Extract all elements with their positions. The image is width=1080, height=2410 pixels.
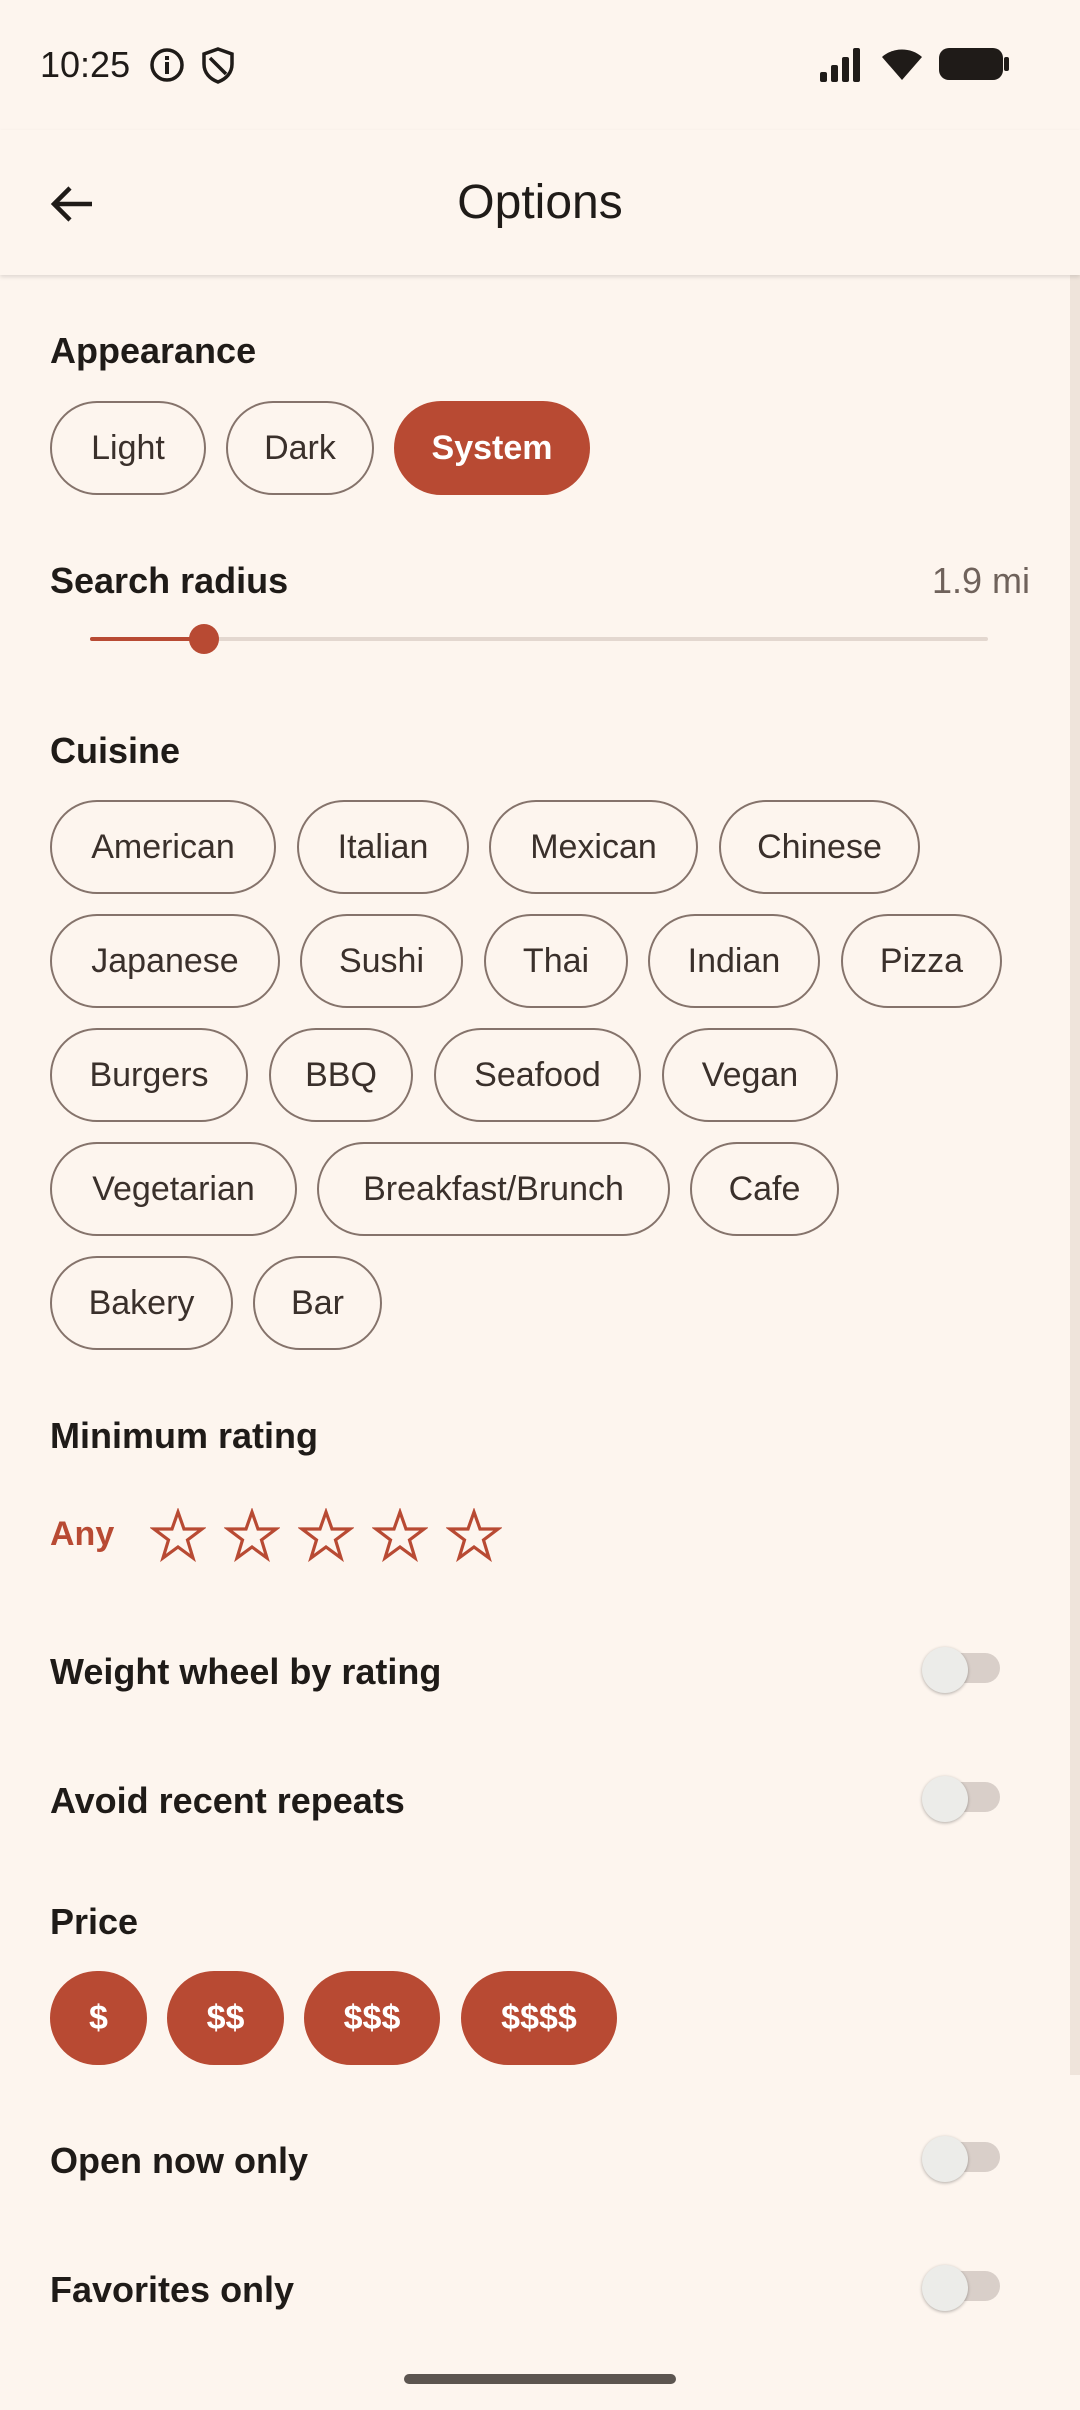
cuisine-chip-burgers[interactable]: Burgers [50, 1028, 248, 1122]
slider-thumb[interactable] [189, 624, 220, 654]
star-icon-4[interactable] [372, 1508, 428, 1564]
cuisine-chip-sushi[interactable]: Sushi [300, 914, 463, 1008]
search-radius-label: Search radius [50, 560, 289, 601]
price-chip-4[interactable]: $$$$ [461, 1971, 617, 2065]
toggle-thumb [922, 1647, 968, 1693]
info-icon [148, 46, 186, 84]
price-chip-2[interactable]: $$ [167, 1971, 284, 2065]
cuisine-chip-pizza[interactable]: Pizza [841, 914, 1002, 1008]
cuisine-chip-vegan[interactable]: Vegan [662, 1028, 838, 1122]
cuisine-chip-italian[interactable]: Italian [297, 800, 469, 894]
star-icon-3[interactable] [298, 1508, 354, 1564]
avoid-repeats-toggle[interactable] [922, 1776, 1000, 1822]
weight-wheel-toggle[interactable] [922, 1647, 1000, 1693]
cuisine-chip-bakery[interactable]: Bakery [50, 1256, 233, 1350]
cuisine-chip-thai[interactable]: Thai [484, 914, 628, 1008]
open-now-label: Open now only [50, 2140, 308, 2181]
favorites-label: Favorites only [50, 2269, 295, 2310]
favorites-toggle[interactable] [922, 2265, 1000, 2311]
wifi-icon [880, 46, 924, 87]
star-icon-1[interactable] [150, 1508, 206, 1564]
battery-icon [938, 46, 1010, 87]
cuisine-chip-mexican[interactable]: Mexican [489, 800, 698, 894]
open-now-toggle[interactable] [922, 2136, 1000, 2182]
star-icon-2[interactable] [224, 1508, 280, 1564]
gesture-nav-handle[interactable] [404, 2374, 676, 2384]
slider-fill [90, 637, 205, 641]
cuisine-label: Cuisine [50, 730, 181, 771]
appearance-chip-system[interactable]: System [394, 401, 590, 495]
cuisine-chip-vegetarian[interactable]: Vegetarian [50, 1142, 297, 1236]
cuisine-chip-american[interactable]: American [50, 800, 276, 894]
search-radius-slider[interactable] [90, 637, 988, 641]
shield-icon [200, 46, 236, 84]
cuisine-chip-seafood[interactable]: Seafood [434, 1028, 641, 1122]
toggle-thumb [922, 1776, 968, 1822]
price-chip-1[interactable]: $ [50, 1971, 147, 2065]
app-bar: Options [0, 130, 1080, 275]
cuisine-chip-cafe[interactable]: Cafe [690, 1142, 839, 1236]
status-right [818, 44, 1010, 89]
appearance-chip-dark[interactable]: Dark [226, 401, 374, 495]
cuisine-chip-bar[interactable]: Bar [253, 1256, 382, 1350]
cuisine-chip-bbq[interactable]: BBQ [269, 1028, 413, 1122]
cuisine-chip-breakfast-brunch[interactable]: Breakfast/Brunch [317, 1142, 670, 1236]
toggle-thumb [922, 2136, 968, 2182]
toggle-thumb [922, 2265, 968, 2311]
price-chip-3[interactable]: $$$ [304, 1971, 440, 2065]
options-content: Appearance Light Dark System Search radi… [0, 275, 1080, 2410]
rating-any-option[interactable]: Any [50, 1515, 114, 1554]
star-icon-5[interactable] [446, 1508, 502, 1564]
page-title: Options [457, 176, 623, 229]
minimum-rating-label: Minimum rating [50, 1415, 318, 1456]
price-label: Price [50, 1901, 139, 1942]
cuisine-chip-japanese[interactable]: Japanese [50, 914, 280, 1008]
appearance-chip-light[interactable]: Light [50, 401, 206, 495]
weight-wheel-label: Weight wheel by rating [50, 1651, 442, 1692]
search-radius-value: 1.9 mi [931, 560, 1030, 601]
cuisine-chip-indian[interactable]: Indian [648, 914, 820, 1008]
appearance-label: Appearance [50, 330, 257, 371]
avoid-repeats-label: Avoid recent repeats [50, 1780, 405, 1821]
signal-icon [818, 44, 866, 89]
cuisine-chip-chinese[interactable]: Chinese [719, 800, 920, 894]
status-time: 10:25 [40, 44, 131, 85]
